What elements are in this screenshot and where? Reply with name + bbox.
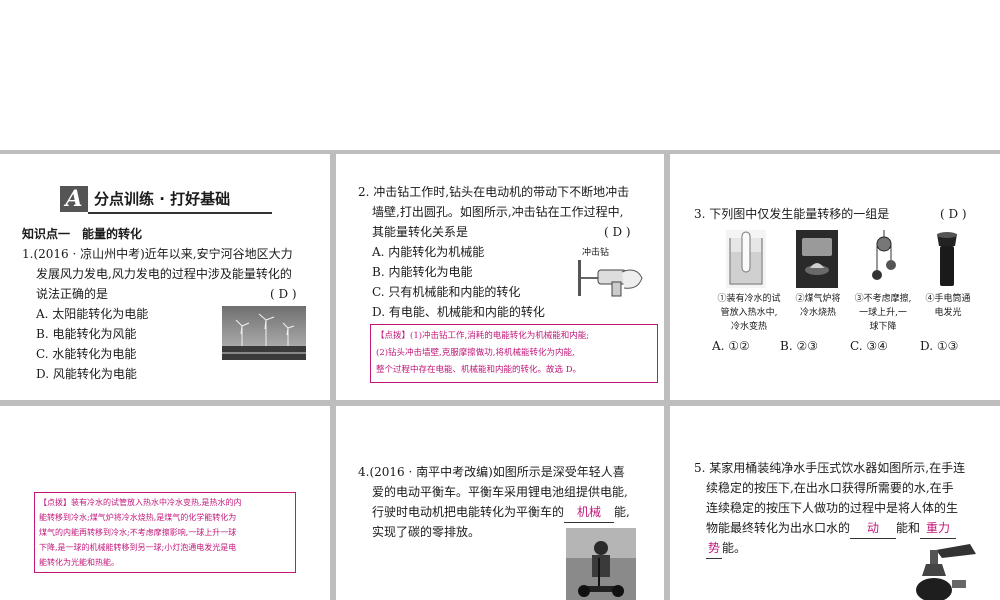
balance-scooter-photo: [566, 528, 636, 600]
panel-q5: 5. 某家用桶装纯净水手压式饮水器如图所示,在手连 续稳定的按压下,在出水口获得…: [670, 406, 1000, 600]
q2-line-3: 其能量转化关系是: [372, 225, 469, 239]
q2-tip-line: (2)钻头冲击墙壁,克服摩擦做功,将机械能转化为内能,: [376, 348, 575, 358]
q3-tip-line: 【点拨】装有冷水的试管放入热水中冷水变热,是热水的内: [39, 498, 242, 507]
impact-drill-illustration: [578, 260, 643, 297]
q3-option-d: D. ①③: [920, 339, 959, 353]
q5-answer-blank-1: 动: [850, 518, 897, 539]
q5-line-5: 势能。: [706, 538, 746, 559]
q2-line-1: 2. 冲击钻工作时,钻头在电动机的带动下不断地冲击: [358, 185, 630, 199]
q2-option-d: D. 有电能、机械能和内能的转化: [372, 305, 545, 319]
q3-caption-2: ②煤气炉将 冷水烧热: [795, 294, 841, 318]
q1-line-2: 发展风力发电,风力发电的过程中涉及能量转化的: [36, 267, 292, 281]
panel-q1: A 分点训练 · 打好基础 知识点一 能量的转化 1.(2016 · 凉山州中考…: [0, 154, 330, 400]
q5-answer-blank-2: 重力: [920, 518, 957, 539]
q3-stem: 3. 下列图中仅发生能量转移的一组是: [694, 207, 890, 221]
q2-line-2: 墙壁,打出圆孔。如图所示,冲击钻在工作过程中,: [372, 205, 624, 219]
gas-stove-image: [796, 230, 838, 288]
q2-tip-line: 整个过程中存在电能、机械能和内能的转化。故选 D。: [376, 365, 582, 375]
q4-line-1: 4.(2016 · 南平中考改编)如图所示是深受年轻人喜: [358, 465, 625, 479]
q3-caption-3: ③不考虑摩擦, 一球上升,一 球下降: [854, 294, 912, 332]
q5-line-4: 物能最终转化为出水口水的动能和 重力: [706, 518, 957, 539]
q4-line-3: 行驶时电动机把电能转化为平衡车的 机械 能,: [372, 502, 630, 523]
q3-tip-line: 下降,是一球的机械能转移到另一球;小灯泡通电发光是电: [39, 543, 237, 552]
knowledge-point-title: 知识点一 能量的转化: [22, 227, 143, 241]
q1-option-b: B. 电能转化为风能: [36, 327, 137, 341]
wind-turbine-photo: [222, 306, 306, 360]
q3-tip-line: 能转化为光能和热能。: [39, 558, 119, 567]
q3-option-a: A. ①②: [712, 339, 750, 353]
panel-q3-tip: 【点拨】装有冷水的试管放入热水中冷水变热,是热水的内 能转移到冷水;煤气炉将冷水…: [0, 406, 330, 600]
test-tube-beaker-image: [726, 230, 766, 288]
flashlight-image: [928, 230, 966, 288]
q2-tip-line: 【点拨】(1)冲击钻工作,消耗的电能转化为机械能和内能;: [376, 331, 590, 341]
q1-option-a: A. 太阳能转化为电能: [36, 307, 149, 321]
section-header: A 分点训练 · 打好基础: [60, 186, 272, 214]
q1-option-d: D. 风能转化为电能: [36, 367, 137, 381]
q1-line-1: 1.(2016 · 凉山州中考)近年以来,安宁河谷地区大力: [22, 247, 293, 261]
q1-answer: ( D ): [270, 287, 297, 301]
q5-line-3: 连续稳定的按压下人做功的过程中是将人体的生: [706, 501, 959, 515]
q2-option-a: A. 内能转化为机械能: [372, 245, 485, 259]
pulley-balls-image: [864, 230, 904, 288]
section-underline: [88, 212, 272, 214]
panel-q3: 3. 下列图中仅发生能量转移的一组是 ( D ) ①装有冷水的试 管放入热水中, 冷…: [670, 154, 1000, 400]
q5-line-2: 续稳定的按压下,在出水口获得所需要的水,在手: [706, 481, 954, 495]
q2-option-b: B. 内能转化为电能: [372, 265, 473, 279]
q2-tip-box: 【点拨】(1)冲击钻工作,消耗的电能转化为机械能和内能; (2)钻头冲击墙壁,克…: [370, 324, 658, 383]
q3-tip-box: 【点拨】装有冷水的试管放入热水中冷水变热,是热水的内 能转移到冷水;煤气炉将冷水…: [34, 492, 296, 573]
q1-line-3: 说法正确的是: [36, 287, 109, 301]
q3-caption-4: ④手电筒通 电发光: [925, 294, 971, 318]
q3-tip-line: 能转移到冷水;煤气炉将冷水烧热,是煤气的化学能转化为: [39, 513, 237, 522]
q3-answer: ( D ): [940, 207, 967, 221]
q4-answer-blank: 机械: [564, 502, 615, 523]
q5-answer-blank-2-cont: 势: [706, 538, 722, 559]
section-badge: A: [60, 186, 88, 212]
q3-option-b: B. ②③: [780, 339, 818, 353]
q3-caption-1: ①装有冷水的试 管放入热水中, 冷水变热: [717, 294, 781, 332]
q3-option-c: C. ③④: [850, 339, 888, 353]
q2-option-c: C. 只有机械能和内能的转化: [372, 285, 521, 299]
section-title: 分点训练 · 打好基础: [94, 190, 231, 208]
panel-q2: 2. 冲击钻工作时,钻头在电动机的带动下不断地冲击 墙壁,打出圆孔。如图所示,冲…: [336, 154, 664, 400]
panel-q4: 4.(2016 · 南平中考改编)如图所示是深受年轻人喜 爱的电动平衡车。平衡车…: [336, 406, 664, 600]
q4-line-2: 爱的电动平衡车。平衡车采用锂电池组提供电能,: [372, 485, 628, 499]
q3-tip-line: 煤气的内能再转移到冷水;不考虑摩擦影响,一球上升一球: [39, 528, 237, 537]
q5-line-1: 5. 某家用桶装纯净水手压式饮水器如图所示,在手连: [694, 461, 966, 475]
q2-answer: ( D ): [604, 225, 631, 239]
q4-line-4: 实现了碳的零排放。: [372, 525, 481, 539]
q1-option-c: C. 水能转化为电能: [36, 347, 137, 361]
water-dispenser-pump-image: [906, 540, 980, 600]
